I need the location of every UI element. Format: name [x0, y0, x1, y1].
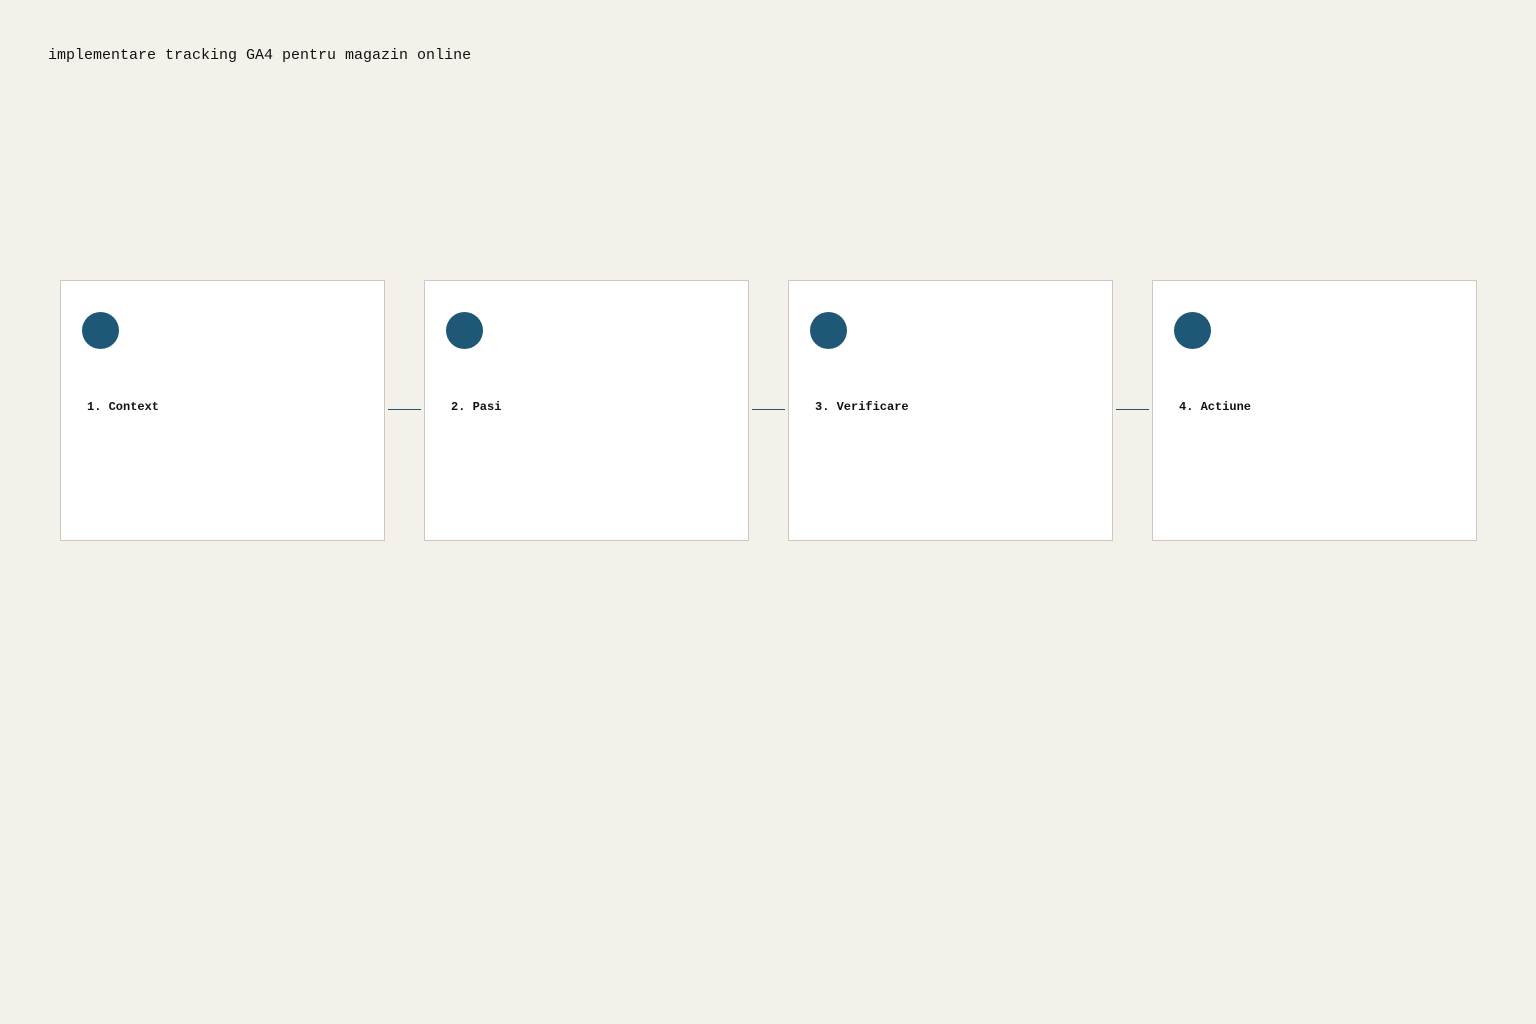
step-card-actiune: 4. Actiune: [1152, 280, 1477, 541]
step-label: 2. Pasi: [451, 400, 502, 414]
step-label: 3. Verificare: [815, 400, 909, 414]
page-title: implementare tracking GA4 pentru magazin…: [48, 47, 472, 64]
step-connector-line: [388, 409, 421, 410]
step-connector-line: [1116, 409, 1149, 410]
step-label: 4. Actiune: [1179, 400, 1252, 414]
step-label: 1. Context: [87, 400, 160, 414]
step-card-context: 1. Context: [60, 280, 385, 541]
process-steps: 1. Context 2. Pasi 3. Verificare 4. Acti…: [60, 280, 1477, 541]
step-marker-dot: [82, 312, 119, 349]
step-card-pasi: 2. Pasi: [424, 280, 749, 541]
step-marker-dot: [810, 312, 847, 349]
step-connector-line: [752, 409, 785, 410]
step-marker-dot: [446, 312, 483, 349]
step-marker-dot: [1174, 312, 1211, 349]
step-card-verificare: 3. Verificare: [788, 280, 1113, 541]
